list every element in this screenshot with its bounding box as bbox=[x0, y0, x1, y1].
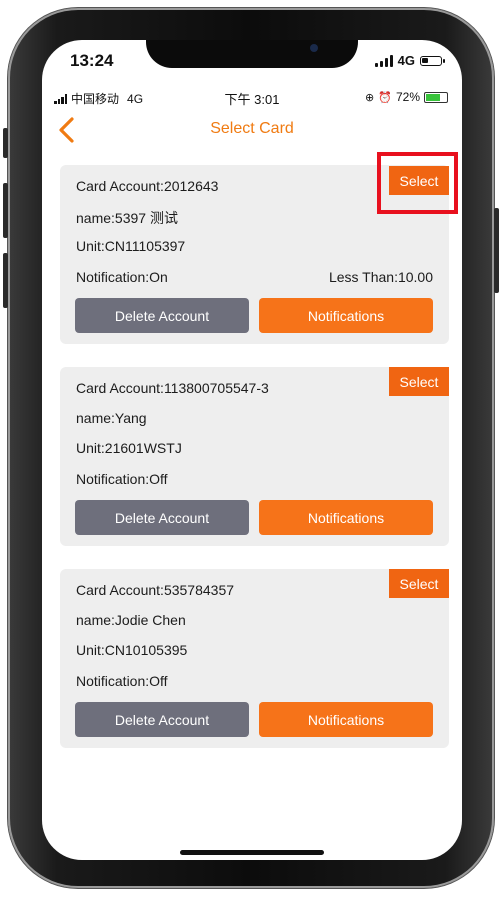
app-status-bar: 中国移动 4G 下午 3:01 ⊕ ⏰ 72% bbox=[42, 88, 462, 107]
card-name: name:Yang bbox=[76, 410, 147, 426]
location-icon: ⊕ bbox=[365, 91, 375, 104]
notifications-button[interactable]: Notifications bbox=[259, 298, 433, 333]
card-threshold: Less Than:10.00 bbox=[328, 269, 433, 285]
notifications-button[interactable]: Notifications bbox=[259, 500, 433, 535]
select-button[interactable]: Select bbox=[389, 569, 449, 598]
battery-percent: 72% bbox=[395, 90, 420, 104]
card-item: Card Account:113800705547-3 Select name:… bbox=[60, 367, 449, 546]
ios-network-label: 4G bbox=[397, 53, 415, 68]
card-account: Card Account:113800705547-3 bbox=[76, 380, 269, 396]
delete-account-button[interactable]: Delete Account bbox=[75, 500, 249, 535]
card-notification: Notification:Off bbox=[76, 471, 168, 487]
card-unit: Unit:21601WSTJ bbox=[76, 440, 182, 456]
select-button[interactable]: Select bbox=[389, 367, 449, 396]
ios-time: 13:24 bbox=[70, 51, 114, 70]
signal-icon bbox=[374, 54, 393, 67]
volume-up-button bbox=[3, 183, 8, 238]
power-button bbox=[494, 208, 499, 293]
nav-bar: Select Card bbox=[42, 112, 462, 148]
card-account: Card Account:535784357 bbox=[76, 582, 235, 598]
volume-down-button bbox=[3, 253, 8, 308]
card-name: name:5397 测试 bbox=[76, 210, 178, 226]
card-name: name:Jodie Chen bbox=[76, 612, 186, 628]
delete-account-button[interactable]: Delete Account bbox=[75, 298, 249, 333]
card-unit: Unit:CN10105395 bbox=[76, 642, 188, 658]
ios-status-bar: 13:24 4G bbox=[42, 40, 462, 80]
ios-status-icons: 4G bbox=[374, 53, 445, 68]
mute-switch bbox=[3, 128, 8, 158]
battery-icon bbox=[424, 91, 448, 103]
card-unit: Unit:CN11105397 bbox=[76, 238, 186, 254]
card-notification: Notification:Off bbox=[76, 673, 168, 689]
battery-icon bbox=[420, 55, 445, 66]
page-title: Select Card bbox=[210, 120, 294, 137]
alarm-icon: ⏰ bbox=[378, 91, 392, 104]
card-notification: Notification:On bbox=[76, 269, 168, 285]
delete-account-button[interactable]: Delete Account bbox=[75, 702, 249, 737]
card-item: Card Account:535784357 Select name:Jodie… bbox=[60, 569, 449, 748]
notifications-button[interactable]: Notifications bbox=[259, 702, 433, 737]
highlight-box bbox=[377, 152, 458, 214]
home-indicator bbox=[180, 850, 324, 855]
card-account: Card Account:2012643 bbox=[76, 178, 219, 194]
